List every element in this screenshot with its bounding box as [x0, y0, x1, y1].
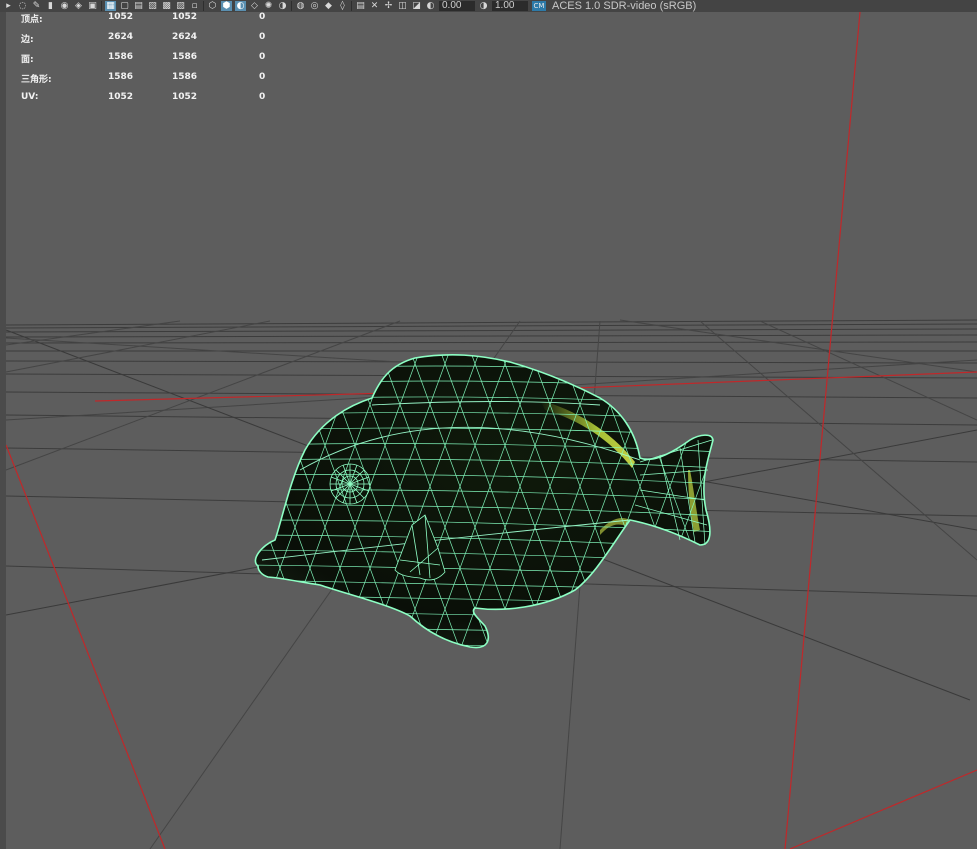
- camera-icon[interactable]: ◉: [59, 1, 70, 11]
- fish-mesh[interactable]: [200, 350, 780, 650]
- toolbar-separator: [101, 1, 102, 11]
- hud-label: 边:: [21, 35, 34, 45]
- view-transform-label[interactable]: ACES 1.0 SDR-video (sRGB): [552, 1, 696, 12]
- hud-row-faces: 面: 1586 1586 0: [0, 52, 300, 72]
- camera-attr-icon[interactable]: ◈: [73, 1, 84, 11]
- default-material-icon[interactable]: ◐: [235, 1, 246, 11]
- hud-value-selected: 0: [259, 52, 266, 62]
- hud-value-selected: 0: [259, 92, 266, 102]
- gamma-field[interactable]: 1.00: [492, 1, 528, 11]
- hud-row-vertices: 顶点: 1052 1052 0: [0, 12, 300, 32]
- toolbar-separator: [291, 1, 292, 11]
- xray-active-icon[interactable]: ◫: [397, 1, 408, 11]
- safe-title-icon[interactable]: ▫: [189, 1, 200, 11]
- anti-alias-icon[interactable]: ◆: [323, 1, 334, 11]
- hud-label: 顶点:: [21, 15, 43, 25]
- hud-value-visible: 2624: [108, 32, 134, 42]
- image-plane-icon[interactable]: ▣: [87, 1, 98, 11]
- field-chart-icon[interactable]: ▩: [161, 1, 172, 11]
- viewport-panel[interactable]: ▸ ◌ ✎ ▮ ◉ ◈ ▣ ▦ ▢ ▤ ▧ ▩ ▨ ▫ ⬡ ⬢ ◐ ◇ ✺ ◑ ◍ ◎ ◆ ◊ ▤ ✕ ✢ ◫ ◪ ◐ 0.00 ◑ 1.00 C…: [0, 0, 977, 849]
- hud-value-visible: 1052: [108, 12, 134, 22]
- hud-value-visible: 1052: [108, 92, 134, 102]
- hud-row-uvs: UV: 1052 1052 0: [0, 92, 300, 112]
- smooth-shade-icon[interactable]: ⬢: [221, 1, 232, 11]
- hud-value-total: 1052: [172, 92, 198, 102]
- lasso-icon[interactable]: ◌: [17, 1, 28, 11]
- hud-value-visible: 1586: [108, 72, 134, 82]
- hud-label: 三角形:: [21, 75, 52, 85]
- toolbar-separator: [351, 1, 352, 11]
- resolution-gate-icon[interactable]: ▤: [133, 1, 144, 11]
- hud-value-visible: 1586: [108, 52, 134, 62]
- toolbar-separator: [203, 1, 204, 11]
- panel-toolbar: ▸ ◌ ✎ ▮ ◉ ◈ ▣ ▦ ▢ ▤ ▧ ▩ ▨ ▫ ⬡ ⬢ ◐ ◇ ✺ ◑ ◍ ◎ ◆ ◊ ▤ ✕ ✢ ◫ ◪ ◐ 0.00 ◑ 1.00 C…: [0, 0, 977, 12]
- depth-of-field-icon[interactable]: ◊: [337, 1, 348, 11]
- hud-value-selected: 0: [259, 72, 266, 82]
- scene-view[interactable]: [0, 0, 977, 849]
- hud-value-selected: 0: [259, 32, 266, 42]
- hud-row-edges: 边: 2624 2624 0: [0, 32, 300, 52]
- hud-value-total: 1586: [172, 72, 198, 82]
- hud-value-total: 2624: [172, 32, 198, 42]
- select-icon[interactable]: ▸: [3, 1, 14, 11]
- isolate-icon[interactable]: ▤: [355, 1, 366, 11]
- color-management-toggle[interactable]: CM: [532, 1, 546, 11]
- exposure-icon[interactable]: ◐: [425, 1, 436, 11]
- ambient-occlusion-icon[interactable]: ◍: [295, 1, 306, 11]
- hud-label: 面:: [21, 55, 34, 65]
- backface-icon[interactable]: ◪: [411, 1, 422, 11]
- paint-icon[interactable]: ✎: [31, 1, 42, 11]
- xray-joints-icon[interactable]: ✢: [383, 1, 394, 11]
- motion-blur-icon[interactable]: ◎: [309, 1, 320, 11]
- use-lights-icon[interactable]: ✺: [263, 1, 274, 11]
- viewport-left-border: [0, 12, 6, 849]
- grid-icon[interactable]: ▦: [105, 1, 116, 11]
- fish-eye: [329, 463, 371, 505]
- hud-value-selected: 0: [259, 12, 266, 22]
- textured-icon[interactable]: ◇: [249, 1, 260, 11]
- hud-value-total: 1586: [172, 52, 198, 62]
- bookmark-icon[interactable]: ▮: [45, 1, 56, 11]
- hud-row-triangles: 三角形: 1586 1586 0: [0, 72, 300, 92]
- hud-label: UV:: [21, 92, 39, 102]
- exposure-field[interactable]: 0.00: [439, 1, 475, 11]
- gamma-icon[interactable]: ◑: [478, 1, 489, 11]
- safe-action-icon[interactable]: ▨: [175, 1, 186, 11]
- xray-icon[interactable]: ✕: [369, 1, 380, 11]
- shadows-icon[interactable]: ◑: [277, 1, 288, 11]
- film-gate-icon[interactable]: ▢: [119, 1, 130, 11]
- wireframe-icon[interactable]: ⬡: [207, 1, 218, 11]
- hud-value-total: 1052: [172, 12, 198, 22]
- gate-mask-icon[interactable]: ▧: [147, 1, 158, 11]
